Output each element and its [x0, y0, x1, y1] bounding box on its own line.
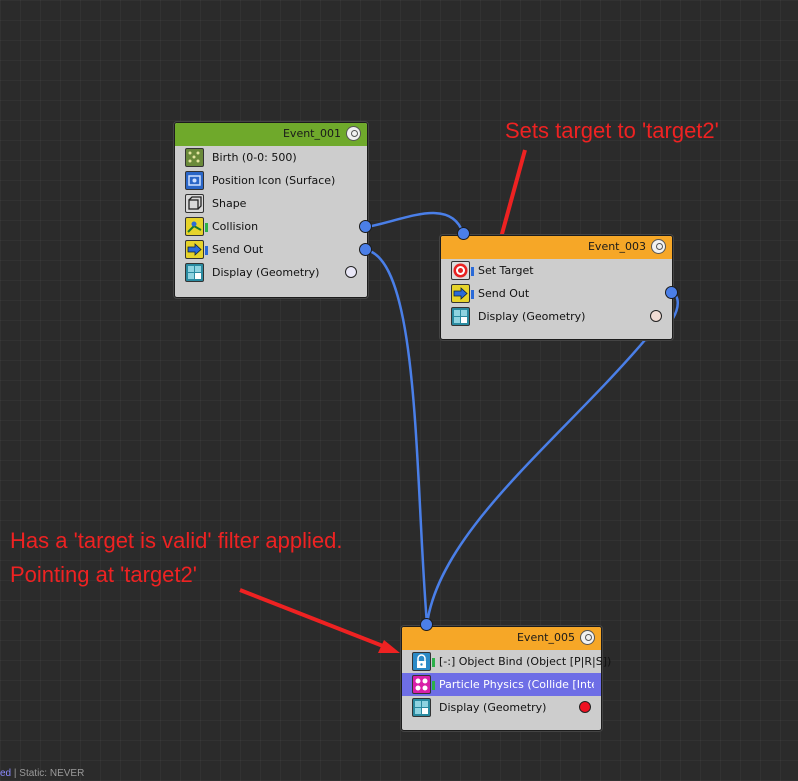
shape-icon — [185, 194, 204, 213]
operator-display[interactable]: Display (Geometry) — [441, 305, 672, 328]
event-003-title: Event_003 — [587, 240, 646, 253]
collision-output-port[interactable] — [359, 220, 372, 233]
collision-icon — [185, 217, 208, 236]
operator-label: Display (Geometry) — [478, 310, 586, 323]
display-icon — [451, 307, 470, 326]
wire-collision-to-event-003 — [365, 211, 465, 234]
annotation-arrowhead-bottom — [378, 640, 400, 653]
event-001-header[interactable]: Event_001 — [175, 123, 367, 146]
operator-label: Shape — [212, 197, 247, 210]
send-out-output-port-003[interactable] — [665, 286, 678, 299]
event-node-005[interactable]: Event_005 [-:] Object Bind (Object [P|R|… — [401, 626, 611, 731]
wire-sendout-003-to-event-005 — [425, 290, 679, 625]
event-005-title: Event_005 — [516, 631, 575, 644]
display-color-swatch[interactable] — [345, 266, 357, 278]
operator-label: Display (Geometry) — [212, 266, 320, 279]
display-icon — [412, 698, 431, 717]
operator-label: Set Target — [478, 264, 534, 277]
event-005-header[interactable]: Event_005 — [402, 627, 601, 650]
event-003-header[interactable]: Event_003 — [441, 236, 672, 259]
operator-collision[interactable]: Collision — [175, 215, 367, 238]
operator-send-out[interactable]: Send Out — [441, 282, 672, 305]
operator-display[interactable]: Display (Geometry) — [402, 696, 601, 719]
event-005-input-port[interactable] — [420, 618, 433, 631]
event-node-001[interactable]: Event_001 Birth (0-0: 500) Position Icon… — [174, 122, 368, 298]
send-out-icon — [451, 284, 474, 303]
operator-position-icon[interactable]: Position Icon (Surface) — [175, 169, 367, 192]
operator-label: Display (Geometry) — [439, 701, 547, 714]
status-bar: ed | Static: NEVER — [0, 768, 84, 779]
display-color-swatch[interactable] — [579, 701, 591, 713]
operator-birth[interactable]: Birth (0-0: 500) — [175, 146, 367, 169]
operator-particle-physics[interactable]: Particle Physics (Collide [Integ... — [402, 673, 601, 696]
operator-label: Send Out — [212, 243, 264, 256]
event-node-003[interactable]: Event_003 Set Target Send Out Display (G… — [440, 235, 673, 340]
operator-label: Position Icon (Surface) — [212, 174, 336, 187]
operator-label: Particle Physics (Collide [Integ... — [439, 678, 594, 691]
position-icon — [185, 171, 204, 190]
event-003-input-port[interactable] — [457, 227, 470, 240]
display-color-swatch[interactable] — [650, 310, 662, 322]
operator-label: Collision — [212, 220, 259, 233]
object-bind-icon — [412, 652, 435, 671]
target-icon — [451, 261, 474, 280]
send-out-icon — [185, 240, 208, 259]
annotation-bottom-line2: Pointing at 'target2' — [10, 562, 197, 587]
operator-shape[interactable]: Shape — [175, 192, 367, 215]
operator-display[interactable]: Display (Geometry) — [175, 261, 367, 284]
wire-sendout-001-to-event-005 — [365, 248, 429, 625]
lightbulb-icon[interactable] — [651, 239, 666, 254]
operator-send-out[interactable]: Send Out — [175, 238, 367, 261]
lightbulb-icon[interactable] — [346, 126, 361, 141]
status-right: | Static: NEVER — [11, 768, 85, 779]
display-icon — [185, 263, 204, 282]
annotation-top: Sets target to 'target2' — [505, 118, 719, 143]
send-out-output-port-001[interactable] — [359, 243, 372, 256]
operator-object-bind[interactable]: [-:] Object Bind (Object [P|R|S]) — [402, 650, 611, 673]
annotation-bottom-line1: Has a 'target is valid' filter applied. — [10, 528, 343, 553]
birth-icon — [185, 148, 204, 167]
annotation-arrow-bottom — [239, 588, 389, 650]
lightbulb-icon[interactable] — [580, 630, 595, 645]
operator-label: [-:] Object Bind (Object [P|R|S]) — [439, 655, 612, 668]
particle-physics-icon — [412, 675, 435, 694]
status-left: ed — [0, 768, 12, 779]
event-001-title: Event_001 — [282, 127, 341, 140]
operator-set-target[interactable]: Set Target — [441, 259, 672, 282]
operator-label: Send Out — [478, 287, 530, 300]
operator-label: Birth (0-0: 500) — [212, 151, 297, 164]
